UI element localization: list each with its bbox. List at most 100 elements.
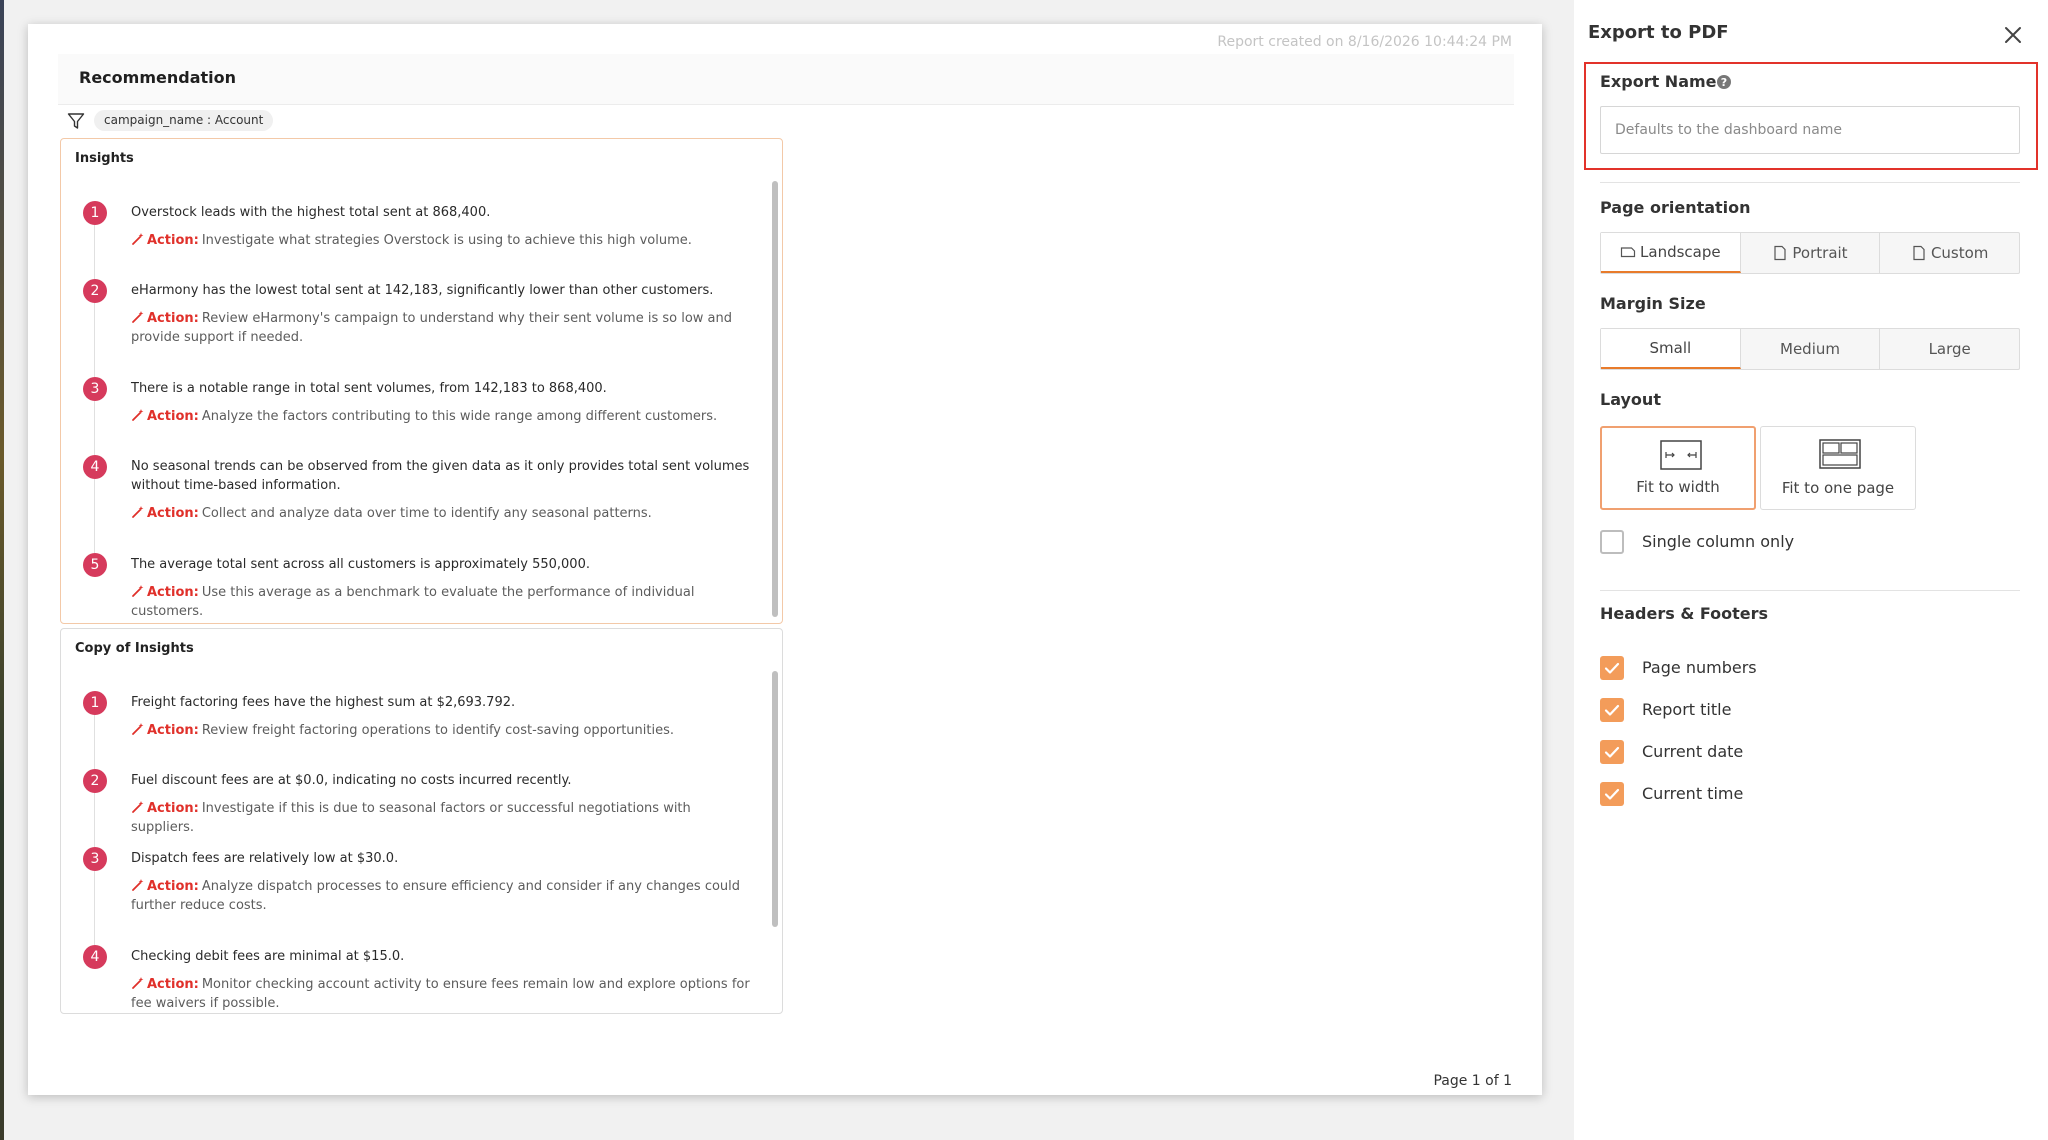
checkbox-box[interactable] bbox=[1600, 698, 1624, 722]
action-text: Investigate if this is due to seasonal f… bbox=[131, 801, 691, 835]
preview-area: Report created on 8/16/2026 10:44:24 PM … bbox=[4, 0, 1574, 1140]
insight-number-badge: 3 bbox=[83, 377, 107, 401]
checkbox-box[interactable] bbox=[1600, 530, 1624, 554]
current-date-label: Current date bbox=[1642, 742, 1744, 761]
copy-of-insights-card: Copy of Insights 1 Freight factoring fee… bbox=[60, 628, 783, 1014]
page-orientation-label: Page orientation bbox=[1600, 198, 1751, 217]
page-number: Page 1 of 1 bbox=[1433, 1073, 1512, 1089]
check-icon bbox=[1604, 788, 1620, 800]
magic-wand-icon bbox=[132, 879, 144, 891]
card-scrollbar[interactable] bbox=[772, 181, 778, 617]
report-title-label: Report title bbox=[1642, 700, 1732, 719]
insight-text: Dispatch fees are relatively low at $30.… bbox=[131, 851, 399, 866]
dashboard-header: Recommendation campaign_name : Account bbox=[58, 54, 1514, 136]
insight-number-badge: 5 bbox=[83, 553, 107, 577]
current-time-label: Current time bbox=[1642, 784, 1744, 803]
timeline-line bbox=[94, 479, 95, 553]
orientation-custom-button[interactable]: Custom bbox=[1880, 233, 2019, 273]
insight-text: No seasonal trends can be observed from … bbox=[131, 459, 750, 493]
checkbox-box[interactable] bbox=[1600, 656, 1624, 680]
export-name-input[interactable] bbox=[1600, 106, 2020, 154]
insight-number-badge: 1 bbox=[83, 691, 107, 715]
check-icon bbox=[1604, 662, 1620, 674]
action-text: Investigate what strategies Overstock is… bbox=[201, 233, 692, 248]
margin-label: Large bbox=[1928, 340, 1971, 358]
magic-wand-icon bbox=[132, 585, 144, 597]
close-icon[interactable] bbox=[2002, 24, 2024, 46]
margin-selector: Small Medium Large bbox=[1600, 328, 2020, 370]
svg-text:?: ? bbox=[1721, 76, 1727, 89]
action-text: Review freight factoring operations to i… bbox=[201, 723, 675, 738]
single-column-label: Single column only bbox=[1642, 532, 1795, 551]
insight-action: Action: Monitor checking account activity… bbox=[131, 975, 751, 1013]
filter-icon[interactable] bbox=[67, 112, 85, 130]
action-text: Monitor checking account activity to ens… bbox=[131, 977, 750, 1011]
divider bbox=[1600, 590, 2020, 591]
insight-action: Action: Use this average as a benchmark t… bbox=[131, 583, 751, 621]
insights-card: Insights 1 Overstock leads with the high… bbox=[60, 138, 783, 624]
action-label: Action: bbox=[147, 311, 199, 326]
timeline-line bbox=[94, 715, 95, 769]
orientation-label: Landscape bbox=[1640, 243, 1721, 261]
fit-to-one-page-icon bbox=[1819, 439, 1861, 469]
insight-number-badge: 2 bbox=[83, 279, 107, 303]
insight-text: Checking debit fees are minimal at $15.0… bbox=[131, 949, 405, 964]
insight-number-badge: 1 bbox=[83, 201, 107, 225]
timeline-line bbox=[94, 401, 95, 455]
magic-wand-icon bbox=[132, 233, 144, 245]
filter-chip[interactable]: campaign_name : Account bbox=[94, 110, 274, 131]
action-text: Analyze dispatch processes to ensure eff… bbox=[131, 879, 741, 913]
magic-wand-icon bbox=[132, 311, 144, 323]
insight-text: eHarmony has the lowest total sent at 14… bbox=[131, 283, 714, 298]
check-icon bbox=[1604, 746, 1620, 758]
export-name-label: Export Name bbox=[1600, 72, 1717, 91]
margin-medium-button[interactable]: Medium bbox=[1741, 329, 1881, 369]
insight-action: Action: Investigate what strategies Overs… bbox=[131, 231, 751, 250]
orientation-landscape-button[interactable]: Landscape bbox=[1601, 233, 1741, 273]
headers-footers-label: Headers & Footers bbox=[1600, 604, 1769, 623]
check-icon bbox=[1604, 704, 1620, 716]
insight-text: Freight factoring fees have the highest … bbox=[131, 695, 516, 710]
export-pdf-panel: Export to PDF Export Name ? Page orienta… bbox=[1574, 0, 2048, 1140]
layout-fit-to-one-page-button[interactable]: Fit to one page bbox=[1760, 426, 1916, 510]
insight-number-badge: 3 bbox=[83, 847, 107, 871]
orientation-portrait-button[interactable]: Portrait bbox=[1741, 233, 1881, 273]
timeline-line bbox=[94, 225, 95, 279]
filter-bar: campaign_name : Account bbox=[58, 104, 1514, 136]
action-label: Action: bbox=[147, 977, 199, 992]
fit-to-width-icon bbox=[1660, 440, 1702, 470]
insight-text: Fuel discount fees are at $0.0, indicati… bbox=[131, 773, 572, 788]
timeline-line bbox=[94, 793, 95, 847]
magic-wand-icon bbox=[132, 723, 144, 735]
checkbox-box[interactable] bbox=[1600, 782, 1624, 806]
dashboard-title: Recommendation bbox=[79, 68, 236, 87]
insight-action: Action: Investigate if this is due to sea… bbox=[131, 799, 751, 837]
checkbox-box[interactable] bbox=[1600, 740, 1624, 764]
help-icon[interactable]: ? bbox=[1716, 74, 1732, 90]
orientation-selector: Landscape Portrait Custom bbox=[1600, 232, 2020, 274]
action-text: Analyze the factors contributing to this… bbox=[201, 409, 718, 424]
action-text: Review eHarmony's campaign to understand… bbox=[131, 311, 732, 345]
layout-fit-to-width-button[interactable]: Fit to width bbox=[1600, 426, 1756, 510]
insight-text: Overstock leads with the highest total s… bbox=[131, 205, 491, 220]
insight-number-badge: 2 bbox=[83, 769, 107, 793]
insight-action: Action: Collect and analyze data over tim… bbox=[131, 504, 751, 523]
custom-page-icon bbox=[1913, 245, 1925, 261]
orientation-label: Portrait bbox=[1792, 244, 1848, 262]
insight-action: Action: Review freight factoring operatio… bbox=[131, 721, 751, 740]
layout-option-label: Fit to width bbox=[1636, 478, 1720, 496]
magic-wand-icon bbox=[132, 801, 144, 813]
portrait-page-icon bbox=[1774, 245, 1787, 261]
orientation-label: Custom bbox=[1930, 244, 1989, 262]
margin-large-button[interactable]: Large bbox=[1880, 329, 2019, 369]
action-label: Action: bbox=[147, 506, 199, 521]
action-label: Action: bbox=[147, 801, 199, 816]
card-title: Insights bbox=[75, 151, 134, 166]
card-scrollbar[interactable] bbox=[772, 671, 778, 927]
panel-title: Export to PDF bbox=[1588, 22, 1729, 43]
report-page-preview: Report created on 8/16/2026 10:44:24 PM … bbox=[28, 24, 1542, 1095]
margin-label: Small bbox=[1649, 339, 1692, 357]
margin-small-button[interactable]: Small bbox=[1601, 329, 1741, 369]
action-label: Action: bbox=[147, 233, 199, 248]
action-label: Action: bbox=[147, 585, 199, 600]
